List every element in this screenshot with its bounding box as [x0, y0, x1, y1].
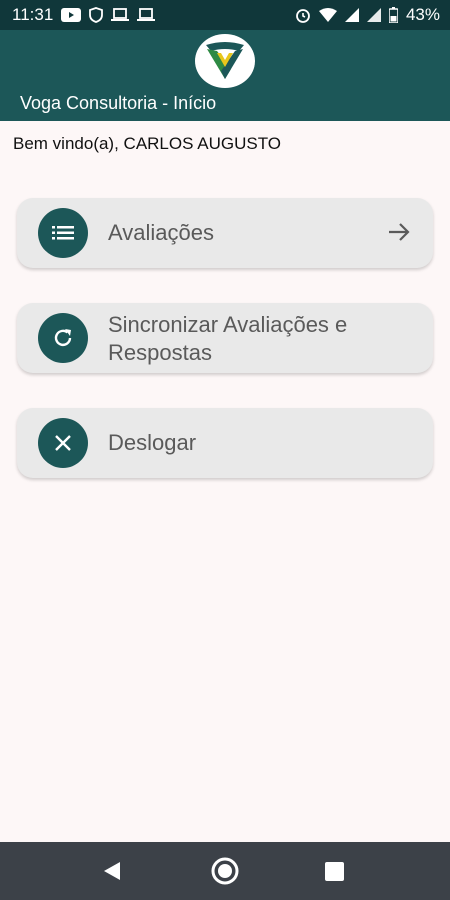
- signal-icon: [366, 8, 381, 22]
- home-icon[interactable]: [210, 856, 240, 891]
- signal-icon: [344, 8, 359, 22]
- sync-button[interactable]: Sincronizar Avaliações e Respostas: [17, 303, 433, 373]
- back-icon[interactable]: [102, 861, 122, 886]
- evaluations-label: Avaliações: [108, 220, 214, 245]
- evaluations-button[interactable]: Avaliações: [17, 198, 433, 268]
- youtube-icon: [61, 8, 82, 22]
- status-time: 11:31: [12, 5, 54, 24]
- status-bar: 11:31 43%: [0, 0, 450, 30]
- app-logo: [195, 34, 255, 88]
- page-title: Voga Consultoria - Início: [20, 93, 217, 113]
- laptop-icon: [111, 8, 130, 22]
- alarm-icon: [295, 7, 311, 23]
- logout-label: Deslogar: [108, 430, 197, 455]
- status-left: 11:31: [12, 5, 156, 25]
- close-icon: [38, 418, 88, 468]
- sync-label-line2: Respostas: [108, 340, 212, 365]
- recents-icon[interactable]: [325, 862, 344, 886]
- arrow-right-icon: [388, 222, 410, 247]
- system-nav-bar: [0, 842, 450, 900]
- laptop-icon: [137, 8, 156, 22]
- battery-icon: [388, 7, 398, 23]
- sync-label-line1: Sincronizar Avaliações e: [108, 312, 348, 337]
- app-header: Voga Consultoria - Início: [0, 30, 450, 121]
- list-icon: [38, 208, 88, 258]
- welcome-text: Bem vindo(a), CARLOS AUGUSTO: [13, 134, 281, 153]
- sync-label: Sincronizar Avaliações e Respostas: [108, 311, 347, 367]
- status-right: 43%: [295, 5, 440, 25]
- shield-icon: [89, 7, 104, 23]
- refresh-icon: [38, 313, 88, 363]
- logout-button[interactable]: Deslogar: [17, 408, 433, 478]
- battery-percent: 43%: [405, 5, 440, 24]
- wifi-icon: [318, 8, 337, 22]
